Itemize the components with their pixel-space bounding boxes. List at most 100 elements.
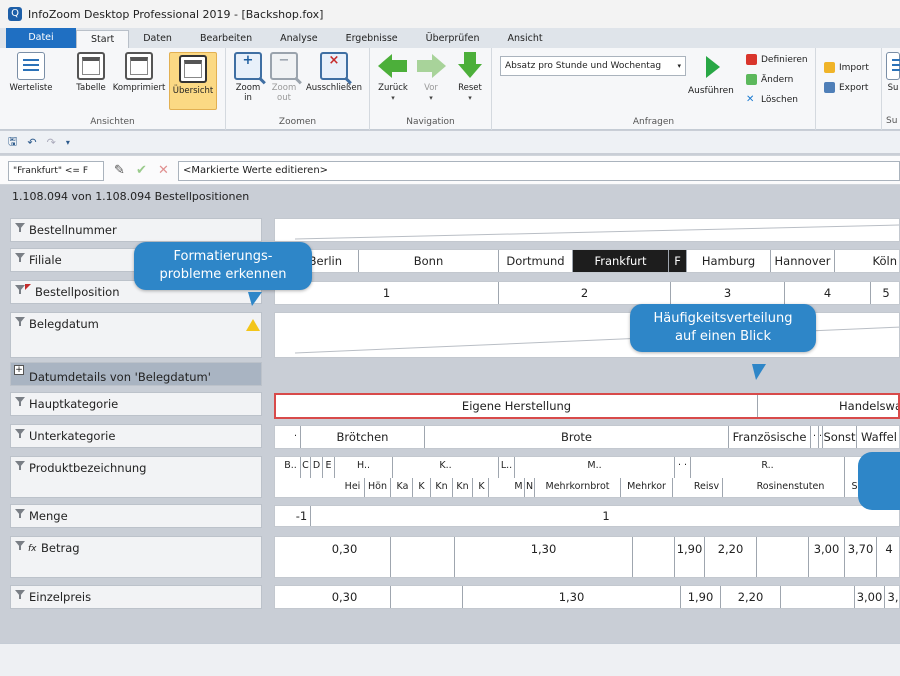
- tab-ansicht[interactable]: Ansicht: [494, 30, 557, 48]
- value-cell[interactable]: K: [475, 478, 489, 497]
- value-cell[interactable]: 1: [311, 506, 899, 526]
- zoom-out-button[interactable]: − Zoom out: [266, 52, 302, 103]
- value-cell[interactable]: 2,20: [705, 537, 757, 577]
- loeschen-button[interactable]: ✕ Löschen: [746, 94, 798, 105]
- aendern-button[interactable]: Ändern: [746, 74, 793, 85]
- value-cell[interactable]: 2: [499, 282, 671, 304]
- attribute-produktbezeichnung[interactable]: Produktbezeichnung: [10, 456, 262, 498]
- import-button[interactable]: Import: [824, 62, 869, 73]
- value-cell[interactable]: Brötchen: [301, 426, 425, 448]
- value-cell[interactable]: 1,30: [455, 537, 633, 577]
- query-select[interactable]: Absatz pro Stunde und Wochentag ▾: [500, 56, 686, 76]
- value-cell[interactable]: Hannover: [771, 250, 835, 272]
- zoom-in-button[interactable]: + Zoom in: [230, 52, 266, 103]
- value-cell[interactable]: E: [323, 457, 335, 478]
- zurueck-button[interactable]: Zurück ▾: [374, 52, 412, 103]
- value-cell[interactable]: Sonst: [823, 426, 857, 448]
- value-cell-empty[interactable]: [781, 586, 855, 608]
- value-cell[interactable]: H..: [335, 457, 393, 478]
- value-cell[interactable]: Mehrkor: [621, 478, 673, 497]
- cancel-icon[interactable]: ✕: [158, 163, 169, 178]
- values-bestellnummer[interactable]: [274, 218, 900, 242]
- more-button[interactable]: Su: [886, 52, 900, 93]
- attribute-hauptkategorie[interactable]: Hauptkategorie: [10, 392, 262, 416]
- value-cell-empty[interactable]: [757, 537, 809, 577]
- attribute-menge[interactable]: Menge: [10, 504, 262, 528]
- ausfuehren-button[interactable]: Ausführen: [688, 86, 734, 96]
- value-cell[interactable]: M: [513, 478, 525, 497]
- value-cell[interactable]: Kn: [453, 478, 473, 497]
- value-cell[interactable]: 0,30: [299, 586, 391, 608]
- werteliste-button[interactable]: Werteliste: [6, 52, 56, 93]
- value-cell[interactable]: M..: [515, 457, 675, 478]
- value-cell[interactable]: Reisv: [691, 478, 723, 497]
- value-cell-selected[interactable]: Frankfurt: [573, 250, 669, 272]
- tab-start[interactable]: Start: [76, 30, 130, 48]
- value-cell[interactable]: 3,00: [855, 586, 885, 608]
- attribute-bestellnummer[interactable]: Bestellnummer: [10, 218, 262, 242]
- value-cell[interactable]: K: [413, 478, 431, 497]
- value-cell[interactable]: 1,90: [681, 586, 721, 608]
- attribute-unterkategorie[interactable]: Unterkategorie: [10, 424, 262, 448]
- value-cell[interactable]: Ka: [393, 478, 413, 497]
- save-icon[interactable]: 🖫: [8, 133, 17, 152]
- customize-icon[interactable]: ▾: [66, 138, 70, 147]
- komprimiert-button[interactable]: Komprimiert: [110, 52, 168, 93]
- value-cell-empty[interactable]: [633, 537, 675, 577]
- value-cell[interactable]: N: [525, 478, 535, 497]
- value-cell-selected[interactable]: F: [669, 250, 687, 272]
- value-cell[interactable]: 0,30: [299, 537, 391, 577]
- filter-condition[interactable]: "Frankfurt" <= F: [8, 161, 104, 181]
- value-cell[interactable]: 4: [785, 282, 871, 304]
- undo-icon[interactable]: ↶: [27, 136, 36, 149]
- check-icon[interactable]: ✔: [136, 163, 147, 178]
- value-cell[interactable]: Brote: [425, 426, 729, 448]
- value-cell[interactable]: ·: [291, 426, 301, 448]
- value-cell[interactable]: 4: [877, 537, 899, 577]
- value-cell[interactable]: Rosinenstuten: [737, 478, 845, 497]
- value-cell[interactable]: Hön: [365, 478, 391, 497]
- value-cell[interactable]: -1: [293, 506, 311, 526]
- redo-icon[interactable]: ↷: [47, 136, 56, 149]
- value-cell[interactable]: 1,30: [463, 586, 681, 608]
- value-cell[interactable]: Handelswa: [758, 395, 898, 417]
- ausschliessen-button[interactable]: × Ausschließen: [302, 52, 366, 93]
- value-cell-empty[interactable]: [391, 586, 463, 608]
- value-cell[interactable]: 1,90: [675, 537, 705, 577]
- expand-icon[interactable]: +: [14, 365, 24, 375]
- value-cell[interactable]: Französische: [729, 426, 811, 448]
- edit-values-input[interactable]: <Markierte Werte editieren>: [178, 161, 900, 181]
- vor-button[interactable]: Vor ▾: [414, 52, 448, 103]
- value-cell[interactable]: ·: [811, 426, 819, 448]
- value-cell[interactable]: Waffel: [857, 426, 899, 448]
- value-cell[interactable]: K..: [393, 457, 499, 478]
- reset-button[interactable]: Reset ▾: [452, 52, 488, 103]
- value-cell[interactable]: Bonn: [359, 250, 499, 272]
- value-cell[interactable]: 3: [671, 282, 785, 304]
- tab-ergebnisse[interactable]: Ergebnisse: [332, 30, 412, 48]
- value-cell[interactable]: C: [301, 457, 311, 478]
- value-cell[interactable]: Hei: [341, 478, 365, 497]
- value-cell[interactable]: Hamburg: [687, 250, 771, 272]
- warning-icon[interactable]: [246, 319, 260, 331]
- value-cell[interactable]: Eigene Herstellung: [276, 395, 758, 417]
- tabelle-button[interactable]: Tabelle: [70, 52, 112, 93]
- definieren-button[interactable]: Definieren: [746, 54, 808, 65]
- attribute-einzelpreis[interactable]: Einzelpreis: [10, 585, 262, 609]
- value-cell[interactable]: Mehrkornbrot: [535, 478, 621, 497]
- pencil-icon[interactable]: ✎: [114, 163, 125, 178]
- tab-ueberpruefen[interactable]: Überprüfen: [412, 30, 494, 48]
- export-button[interactable]: Export: [824, 82, 868, 93]
- value-cell[interactable]: B..: [281, 457, 301, 478]
- value-cell[interactable]: R..: [691, 457, 845, 478]
- value-cell[interactable]: 3,70: [845, 537, 877, 577]
- value-cell[interactable]: Köln: [835, 250, 899, 272]
- attribute-datumdetails[interactable]: + Datumdetails von 'Belegdatum': [10, 362, 262, 386]
- value-cell-empty[interactable]: [391, 537, 455, 577]
- value-cell[interactable]: · ·: [675, 457, 691, 478]
- attribute-betrag[interactable]: fx Betrag: [10, 536, 262, 578]
- tab-analyse[interactable]: Analyse: [266, 30, 331, 48]
- tab-daten[interactable]: Daten: [129, 30, 186, 48]
- value-cell[interactable]: 2,20: [721, 586, 781, 608]
- value-cell[interactable]: 3,: [885, 586, 899, 608]
